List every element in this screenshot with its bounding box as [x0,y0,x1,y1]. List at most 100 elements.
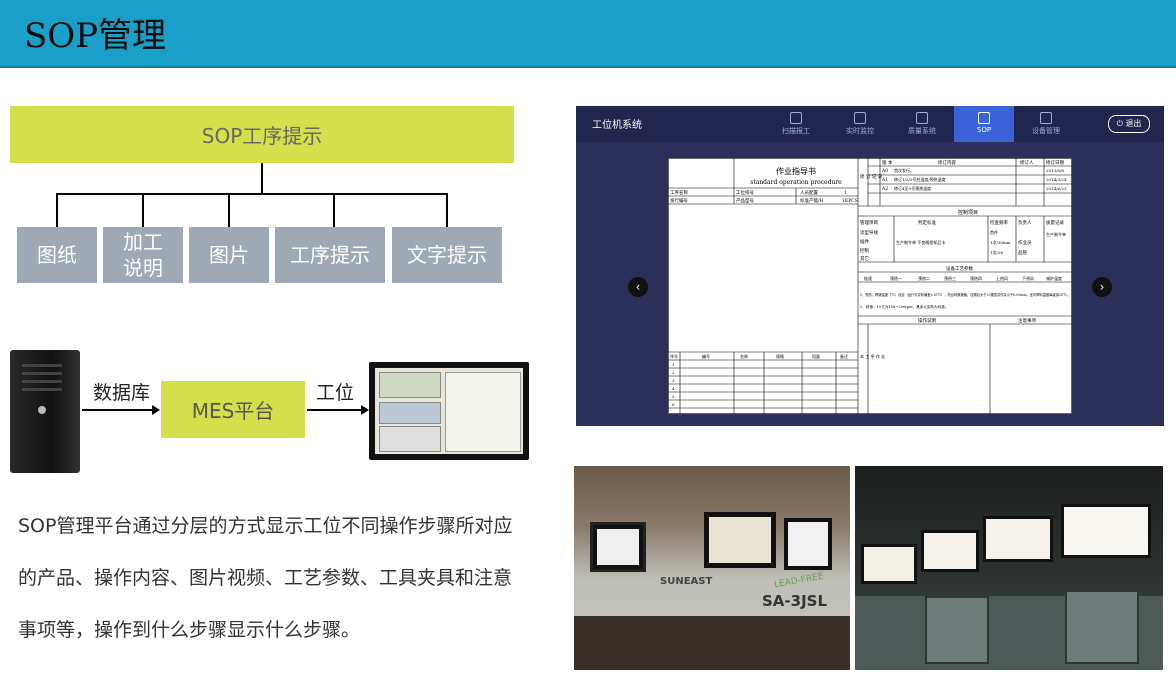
svg-text:生产制令单 不良随程样品卡: 生产制令单 不良随程样品卡 [896,239,945,245]
connector [333,193,335,227]
svg-text:控制: 控制 [860,247,869,254]
connector [228,193,230,227]
svg-text:本 工 序 作 业: 本 工 序 作 业 [860,353,885,359]
svg-text:设备工艺参数: 设备工艺参数 [946,265,973,272]
category-processing-instructions: 加工 说明 [103,227,183,283]
connector [56,193,58,227]
svg-text:3: 3 [672,378,675,383]
svg-text:4: 4 [672,386,675,391]
svg-text:编号: 编号 [702,353,710,359]
connector [142,193,144,227]
connector [261,163,263,193]
svg-text:检查频率: 检查频率 [990,219,1008,226]
svg-text:修订1/2/3号柱温度/预热温度: 修订1/2/3号柱温度/预热温度 [894,176,946,182]
quality-icon [916,112,928,124]
document-icon [978,112,990,124]
nav-monitor[interactable]: 实时监控 [830,106,890,142]
svg-text:负责人: 负责人 [1018,219,1032,226]
nav-sop[interactable]: SOP [954,106,1014,142]
svg-text:预热四: 预热四 [970,275,982,281]
page-header: SOP管理 [0,0,1176,68]
machine-model: SA-3JSL [762,592,828,610]
category-drawing: 图纸 [17,227,97,283]
mes-platform-box: MES平台 [161,381,305,438]
svg-text:1次/30min: 1次/30min [990,239,1011,245]
svg-text:控制项目: 控制项目 [958,209,978,216]
svg-text:A0: A0 [881,168,888,174]
doc-subtitle: standard operation procedure [750,179,842,186]
svg-text:工位排号: 工位排号 [736,189,754,196]
svg-text:人员配置: 人员配置 [800,190,818,196]
svg-text:5: 5 [672,394,675,399]
svg-text:修 订 记 录: 修 订 记 录 [860,173,883,180]
sop-document: 作业指导书 standard operation procedure 工序名称 … [668,158,1072,414]
svg-text:上热风: 上热风 [996,275,1008,281]
prev-page-button[interactable]: ‹ [628,277,648,297]
svg-text:品管: 品管 [1018,249,1027,256]
station-monitor-image [369,362,529,460]
svg-text:修订人: 修订人 [1020,159,1034,166]
svg-text:其它: 其它 [860,255,869,262]
monitor-icon [854,112,866,124]
scan-icon [790,112,802,124]
connector [446,193,448,227]
connector [56,193,448,195]
svg-text:操作说明: 操作说明 [918,317,936,324]
svg-text:产品型号: 产品型号 [736,197,754,204]
category-picture: 图片 [189,227,269,283]
svg-text:1: 1 [672,362,675,367]
svg-text:工序名称: 工序名称 [670,189,688,196]
svg-text:下热风: 下热风 [1022,275,1034,281]
svg-text:用量: 用量 [812,353,820,359]
svg-text:2013/6/8: 2013/6/8 [1046,168,1064,173]
svg-text:插件: 插件 [860,238,869,245]
logout-button[interactable]: ⏻ 退出 [1108,115,1150,133]
svg-text:生产制令单: 生产制令单 [1046,231,1066,237]
svg-text:修订4至9号预热温度: 修订4至9号预热温度 [894,185,931,191]
svg-text:序号: 序号 [670,353,678,359]
machine-photo: SUNEAST SA-3JSL LEAD-FREE [574,466,850,670]
svg-text:1KPCS: 1KPCS [842,198,858,204]
svg-text:发行编号: 发行编号 [670,197,688,204]
svg-text:A2: A2 [881,186,888,192]
svg-text:2014/6/23: 2014/6/23 [1046,186,1067,191]
svg-text:锡炉温度: 锡炉温度 [1046,275,1062,281]
category-text-tip: 文字提示 [392,227,502,283]
server-image [10,350,80,473]
arrow-to-mes [82,405,160,415]
category-process-tip: 工序提示 [275,227,385,283]
machine-brand: SUNEAST [660,576,713,587]
svg-text:1次/2h: 1次/2h [990,249,1003,255]
description-text: SOP管理平台通过分层的方式显示工位不同操作步骤所对应的产品、操作内容、图片视频… [18,515,513,641]
svg-text:6: 6 [672,402,675,407]
svg-text:备注: 备注 [840,353,848,359]
svg-text:修订内容: 修订内容 [938,159,956,166]
page-title: SOP管理 [24,16,167,56]
app-name: 工位机系统 [592,120,642,131]
svg-text:流型导线: 流型导线 [860,229,878,236]
arrow-to-station [307,405,369,415]
svg-text:首件: 首件 [990,229,998,235]
svg-text:版 本: 版 本 [882,159,893,166]
nav-quality[interactable]: 质量系统 [892,106,952,142]
app-topbar: 工位机系统 扫描报工 实时监控 质量系统 SOP 设备管理 ⏻ 退出 [576,106,1164,142]
sop-process-tip-box: SOP工序提示 [10,106,514,163]
svg-text:判定标准: 判定标准 [918,219,936,226]
nav-scan-report[interactable]: 扫描报工 [766,106,826,142]
svg-text:质量记录: 质量记录 [1046,219,1064,226]
svg-text:2: 2 [672,370,675,375]
svg-text:预热三: 预热三 [944,275,956,281]
svg-text:1: 1 [844,190,847,196]
production-line-photo [855,466,1163,670]
svg-text:首次发行。: 首次发行。 [894,167,914,173]
equipment-icon [1040,112,1052,124]
lead-free-badge: LEAD-FREE [773,571,825,591]
nav-equipment[interactable]: 设备管理 [1016,106,1076,142]
svg-text:管理项目: 管理项目 [860,219,878,226]
svg-text:作业员: 作业员 [1018,239,1032,246]
sop-document-table: 作业指导书 standard operation procedure 工序名称 … [668,158,1072,414]
svg-text:1、预热、焊锡温度（℃）设定（运行可实际偏差±10℃），机台: 1、预热、焊锡温度（℃）设定（运行可实际偏差±10℃），机台特殊规格，加锡后大于… [860,292,1070,297]
svg-text:预热二: 预热二 [918,275,930,281]
svg-text:2、转速：10又为150~200rpm，具余以实际为标准。: 2、转速：10又为150~200rpm，具余以实际为标准。 [860,304,949,309]
next-page-button[interactable]: › [1092,277,1112,297]
